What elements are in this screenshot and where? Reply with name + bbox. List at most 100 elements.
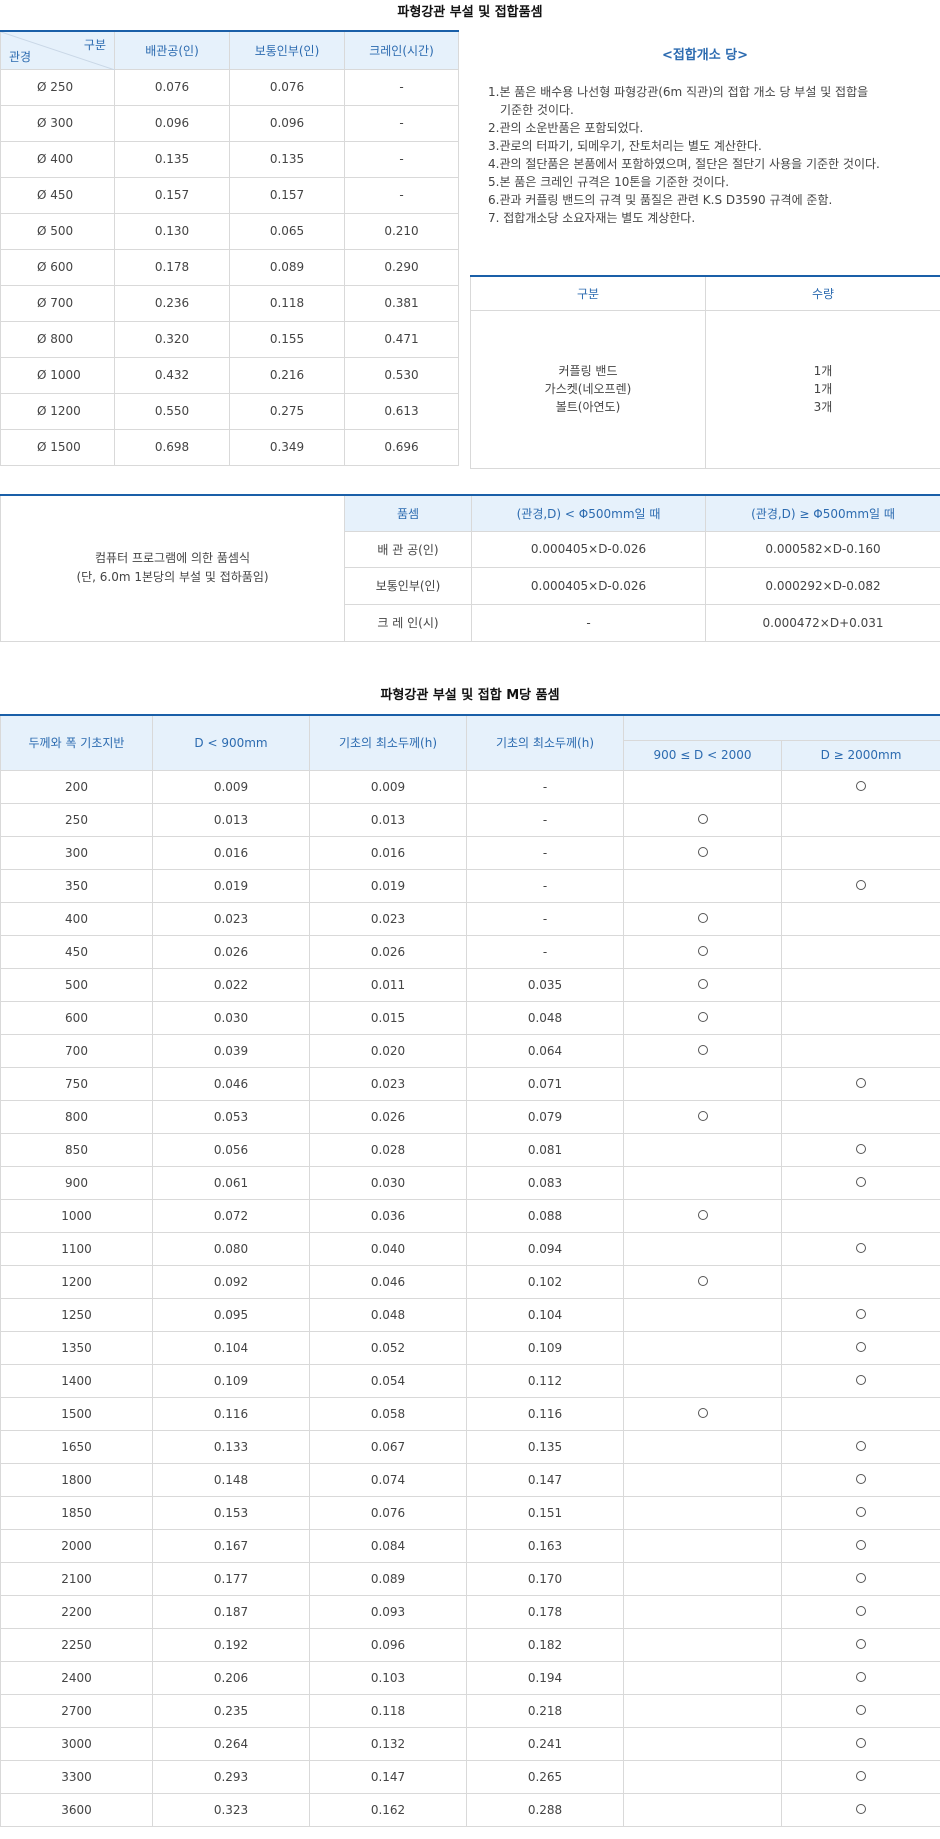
pipe-worker-value: 0.550 — [114, 392, 230, 430]
mark-ge-2000 — [781, 1033, 940, 1068]
formula-row-name: 배 관 공(인) — [344, 530, 472, 568]
note-line: 7. 접합개소당 소요자재는 별도 계상한다. — [488, 211, 696, 225]
circle-icon — [856, 1638, 866, 1649]
mark-ge-2000 — [781, 1066, 940, 1101]
header-900-2000: 900 ≤ D < 2000 — [623, 739, 782, 771]
corner-bottom-label: 관경 — [9, 49, 32, 64]
table-row: Ø 500 0.130 0.065 0.210 — [0, 212, 459, 250]
diameter-cell: 2700 — [0, 1693, 153, 1728]
min-thickness-1-cell: 0.118 — [309, 1693, 467, 1728]
header-ge-2000: D ≥ 2000mm — [781, 739, 940, 771]
mark-900-2000 — [623, 1066, 782, 1101]
value-d-lt-900: 0.153 — [152, 1495, 310, 1530]
mark-ge-2000 — [781, 1330, 940, 1365]
header-d-lt-900: D < 900mm — [152, 714, 310, 771]
header-min-thickness-1: 기초의 최소두께(h) — [309, 714, 467, 771]
table-row: Ø 400 0.135 0.135- — [0, 140, 459, 178]
mark-900-2000 — [623, 835, 782, 870]
mark-ge-2000 — [781, 1792, 940, 1827]
pipe-worker-value: 0.178 — [114, 248, 230, 286]
min-thickness-1-cell: 0.076 — [309, 1495, 467, 1530]
table-row: 1250 0.095 0.048 0.104 — [0, 1297, 940, 1332]
min-thickness-2-cell: - — [466, 769, 624, 804]
value-d-lt-900: 0.019 — [152, 868, 310, 903]
diameter-cell: 1000 — [0, 1198, 153, 1233]
note-line: 6.관과 커플링 밴드의 규격 및 품질은 관련 K.S D3590 규격에 준… — [488, 193, 833, 207]
circle-icon — [697, 945, 708, 956]
min-thickness-2-cell: 0.182 — [466, 1627, 624, 1662]
diameter-cell: 1100 — [0, 1231, 153, 1266]
min-thickness-1-cell: 0.147 — [309, 1759, 467, 1794]
table-row: 1000 0.072 0.036 0.088 — [0, 1198, 940, 1233]
table-row: 1800 0.148 0.074 0.147 — [0, 1462, 940, 1497]
crane-value: - — [344, 140, 459, 178]
mark-900-2000 — [623, 1792, 782, 1827]
diameter-cell: 400 — [0, 901, 153, 936]
mark-ge-2000 — [781, 769, 940, 804]
circle-icon — [697, 912, 708, 923]
diameter-cell: 450 — [0, 934, 153, 969]
laborer-value: 0.135 — [229, 140, 345, 178]
table-row: 200 0.009 0.009- — [0, 769, 940, 804]
value-d-lt-900: 0.046 — [152, 1066, 310, 1101]
notes-section: <접합개소 당> 1.본 품은 배수용 나선형 파형강관(6m 직관)의 접합 … — [470, 38, 940, 227]
mark-900-2000 — [623, 1231, 782, 1266]
mark-ge-2000 — [781, 1363, 940, 1398]
formula-lt: - — [471, 603, 706, 642]
min-thickness-1-cell: 0.015 — [309, 1000, 467, 1035]
min-thickness-2-cell: 0.079 — [466, 1099, 624, 1134]
value-d-lt-900: 0.030 — [152, 1000, 310, 1035]
mark-ge-2000 — [781, 868, 940, 903]
value-d-lt-900: 0.167 — [152, 1528, 310, 1563]
pipe-worker-value: 0.432 — [114, 356, 230, 394]
note-item: 5.본 품은 크레인 규격은 10톤을 기준한 것이다. — [488, 173, 940, 191]
diameter-cell: 900 — [0, 1165, 153, 1200]
min-thickness-2-cell: 0.048 — [466, 1000, 624, 1035]
circle-icon — [697, 1011, 708, 1022]
mark-900-2000 — [623, 1297, 782, 1332]
diameter-cell: 300 — [0, 835, 153, 870]
mark-ge-2000 — [781, 1132, 940, 1167]
min-thickness-1-cell: 0.103 — [309, 1660, 467, 1695]
table-row: 3300 0.293 0.147 0.265 — [0, 1759, 940, 1794]
mark-ge-2000 — [781, 1165, 940, 1200]
crane-value: 0.290 — [344, 248, 459, 286]
mark-ge-2000 — [781, 1264, 940, 1299]
qty-item: 1개 — [813, 382, 833, 396]
min-thickness-1-cell: 0.036 — [309, 1198, 467, 1233]
diameter-cell: 1500 — [0, 1396, 153, 1431]
table-row: 450 0.026 0.026- — [0, 934, 940, 969]
circle-icon — [856, 1176, 866, 1187]
mark-900-2000 — [623, 1462, 782, 1497]
circle-icon — [856, 1374, 866, 1385]
value-d-lt-900: 0.022 — [152, 967, 310, 1002]
material-table: 구분 수량 커플링 밴드 가스켓(네오프렌) 볼트(아연도) 1개 1개 3개 — [470, 275, 940, 469]
diameter-cell: 350 — [0, 868, 153, 903]
value-d-lt-900: 0.095 — [152, 1297, 310, 1332]
value-d-lt-900: 0.187 — [152, 1594, 310, 1629]
min-thickness-2-cell: 0.102 — [466, 1264, 624, 1299]
mark-900-2000 — [623, 934, 782, 969]
formula-desc-line1: 컴퓨터 프로그램에 의한 품셈식 — [95, 551, 250, 566]
mark-ge-2000 — [781, 1528, 940, 1563]
mark-900-2000 — [623, 868, 782, 903]
header-group — [623, 714, 940, 741]
formula-row-name: 크 레 인(시) — [344, 603, 472, 642]
mark-900-2000 — [623, 1759, 782, 1794]
circle-icon — [697, 978, 708, 989]
crane-value: 0.613 — [344, 392, 459, 430]
value-d-lt-900: 0.026 — [152, 934, 310, 969]
mark-ge-2000 — [781, 1000, 940, 1035]
mark-ge-2000 — [781, 1297, 940, 1332]
material-item: 볼트(아연도) — [555, 400, 621, 414]
min-thickness-1-cell: 0.030 — [309, 1165, 467, 1200]
min-thickness-1-cell: 0.019 — [309, 868, 467, 903]
circle-icon — [856, 1770, 866, 1781]
min-thickness-2-cell: 0.135 — [466, 1429, 624, 1464]
table-row: 1850 0.153 0.076 0.151 — [0, 1495, 940, 1530]
table-row: 1400 0.109 0.054 0.112 — [0, 1363, 940, 1398]
mark-900-2000 — [623, 1330, 782, 1365]
min-thickness-1-cell: 0.016 — [309, 835, 467, 870]
diameter-cell: 1650 — [0, 1429, 153, 1464]
mark-900-2000 — [623, 1132, 782, 1167]
